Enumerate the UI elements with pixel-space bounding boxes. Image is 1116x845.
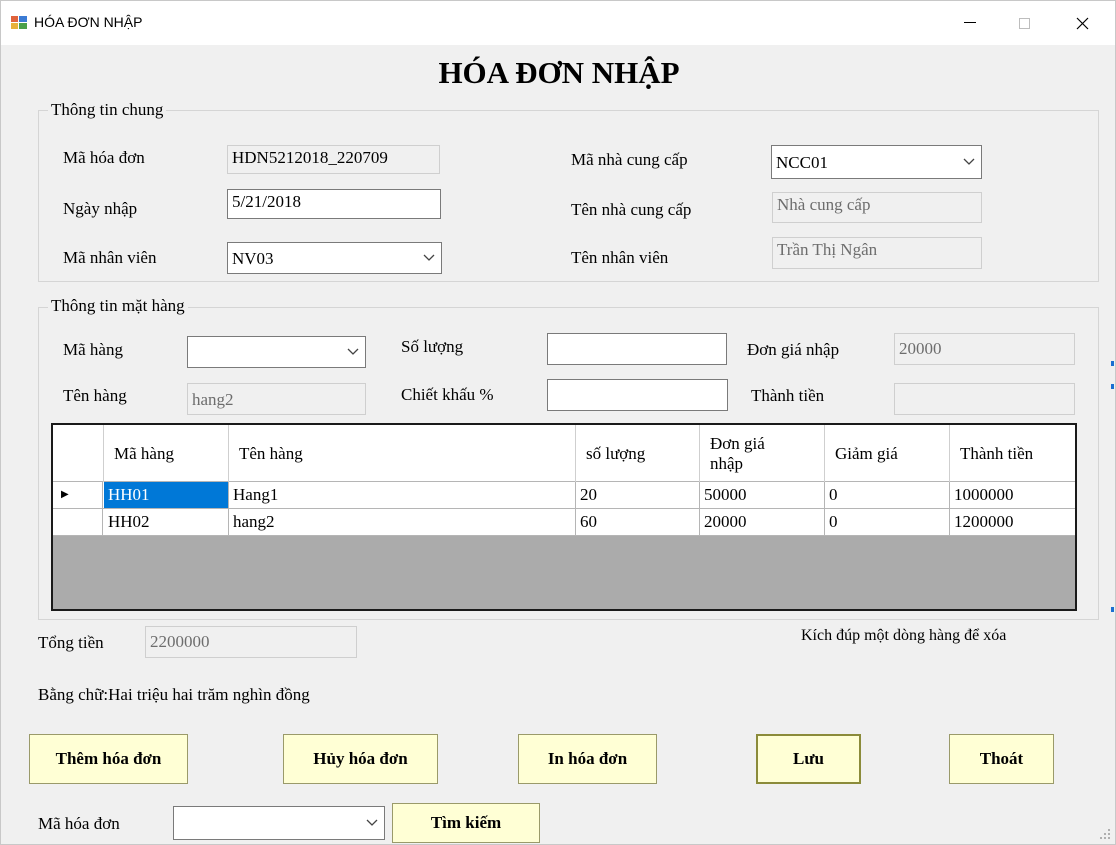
search-button[interactable]: Tìm kiếm — [392, 803, 540, 843]
invoice-id-field[interactable]: HDN5212018_220709 — [227, 145, 440, 174]
grid-corner — [53, 425, 104, 482]
column-header[interactable]: Đơn giá nhập — [700, 425, 825, 482]
edge-marker — [1111, 384, 1114, 389]
column-header[interactable]: Mã hàng — [104, 425, 229, 482]
table-row[interactable]: HH02 hang2 60 20000 0 1200000 — [53, 509, 1075, 536]
app-icon — [11, 16, 27, 29]
total-in-words: Bằng chữ:Hai triệu hai trăm nghìn đồng — [38, 685, 310, 704]
grid-header: Mã hàng Tên hàng số lượng Đơn giá nhập G… — [53, 425, 1075, 482]
add-invoice-button[interactable]: Thêm hóa đơn — [29, 734, 188, 784]
search-invoice-combo[interactable] — [173, 806, 385, 840]
discount-label: Chiết khấu % — [401, 385, 494, 404]
resize-grip-icon[interactable] — [1099, 828, 1111, 840]
window-title: HÓA ĐƠN NHẬP — [34, 14, 143, 30]
page-title: HÓA ĐƠN NHẬP — [438, 55, 680, 90]
chevron-down-icon — [347, 348, 359, 355]
table-cell[interactable]: hang2 — [229, 509, 576, 535]
edge-marker — [1111, 607, 1114, 612]
discount-field[interactable] — [547, 379, 728, 411]
item-code-label: Mã hàng — [63, 340, 123, 359]
table-cell[interactable]: 1000000 — [950, 482, 1075, 508]
minimize-button[interactable] — [947, 1, 993, 45]
general-info-title: Thông tin chung — [48, 100, 167, 120]
table-cell[interactable]: Hang1 — [229, 482, 576, 508]
unit-price-field[interactable]: 20000 — [894, 333, 1075, 365]
item-name-field[interactable]: hang2 — [187, 383, 366, 415]
supplier-id-value: NCC01 — [776, 153, 828, 172]
total-label: Tổng tiền — [38, 633, 104, 652]
current-row-icon: ▶ — [61, 489, 69, 500]
invoice-id-label: Mã hóa đơn — [63, 148, 145, 167]
print-invoice-button[interactable]: In hóa đơn — [518, 734, 657, 784]
column-header-label: Đơn giá nhập — [710, 433, 765, 473]
table-cell[interactable]: 1200000 — [950, 509, 1075, 535]
quantity-label: Số lượng — [401, 337, 464, 356]
chevron-down-icon — [366, 819, 378, 826]
table-cell[interactable]: 0 — [825, 509, 950, 535]
chevron-down-icon — [423, 254, 435, 261]
minimize-icon — [964, 22, 976, 23]
quantity-field[interactable] — [547, 333, 727, 365]
exit-button[interactable]: Thoát — [949, 734, 1054, 784]
item-info-title: Thông tin mặt hàng — [48, 296, 188, 316]
amount-label: Thành tiền — [751, 386, 825, 405]
search-invoice-label: Mã hóa đơn — [38, 814, 120, 833]
employee-id-value: NV03 — [232, 249, 274, 268]
items-grid[interactable]: Mã hàng Tên hàng số lượng Đơn giá nhập G… — [51, 423, 1077, 611]
supplier-id-combo[interactable]: NCC01 — [771, 145, 982, 179]
title-bar: HÓA ĐƠN NHẬP — [1, 1, 1115, 45]
cancel-invoice-button[interactable]: Hủy hóa đơn — [283, 734, 438, 784]
table-cell[interactable]: 20 — [576, 482, 700, 508]
row-header[interactable]: ▶ — [53, 482, 103, 508]
maximize-button[interactable] — [1001, 1, 1047, 45]
invoice-window: HÓA ĐƠN NHẬP HÓA ĐƠN NHẬP Thông tin chun… — [0, 0, 1116, 845]
employee-name-field[interactable]: Trần Thị Ngân — [772, 237, 982, 269]
supplier-id-label: Mã nhà cung cấp — [571, 150, 688, 169]
employee-id-label: Mã nhân viên — [63, 248, 157, 267]
close-icon — [1076, 17, 1088, 29]
table-cell[interactable]: HH02 — [104, 509, 229, 535]
table-cell[interactable]: 50000 — [700, 482, 825, 508]
table-cell[interactable]: HH01 — [104, 482, 229, 508]
row-header[interactable] — [53, 509, 103, 535]
amount-field[interactable] — [894, 383, 1075, 415]
close-button[interactable] — [1059, 1, 1105, 45]
item-code-combo[interactable] — [187, 336, 366, 368]
table-cell[interactable]: 60 — [576, 509, 700, 535]
column-header[interactable]: Thành tiền — [950, 425, 1075, 482]
item-name-label: Tên hàng — [63, 386, 127, 405]
date-field[interactable]: 5/21/2018 — [227, 189, 441, 219]
delete-hint: Kích đúp một dòng hàng để xóa — [801, 627, 1007, 644]
unit-price-label: Đơn giá nhập — [747, 340, 840, 359]
table-row[interactable]: ▶ HH01 Hang1 20 50000 0 1000000 — [53, 482, 1075, 509]
chevron-down-icon — [963, 158, 975, 165]
date-label: Ngày nhập — [63, 199, 138, 218]
maximize-icon — [1018, 17, 1030, 29]
employee-id-combo[interactable]: NV03 — [227, 242, 442, 274]
column-header[interactable]: Tên hàng — [229, 425, 576, 482]
edge-marker — [1111, 361, 1114, 366]
supplier-name-field[interactable]: Nhà cung cấp — [772, 192, 982, 223]
save-button[interactable]: Lưu — [756, 734, 861, 784]
table-cell[interactable]: 0 — [825, 482, 950, 508]
supplier-name-label: Tên nhà cung cấp — [571, 200, 692, 219]
column-header[interactable]: số lượng — [576, 425, 700, 482]
employee-name-label: Tên nhân viên — [571, 248, 669, 267]
column-header[interactable]: Giảm giá — [825, 425, 950, 482]
table-cell[interactable]: 20000 — [700, 509, 825, 535]
total-field[interactable]: 2200000 — [145, 626, 357, 658]
